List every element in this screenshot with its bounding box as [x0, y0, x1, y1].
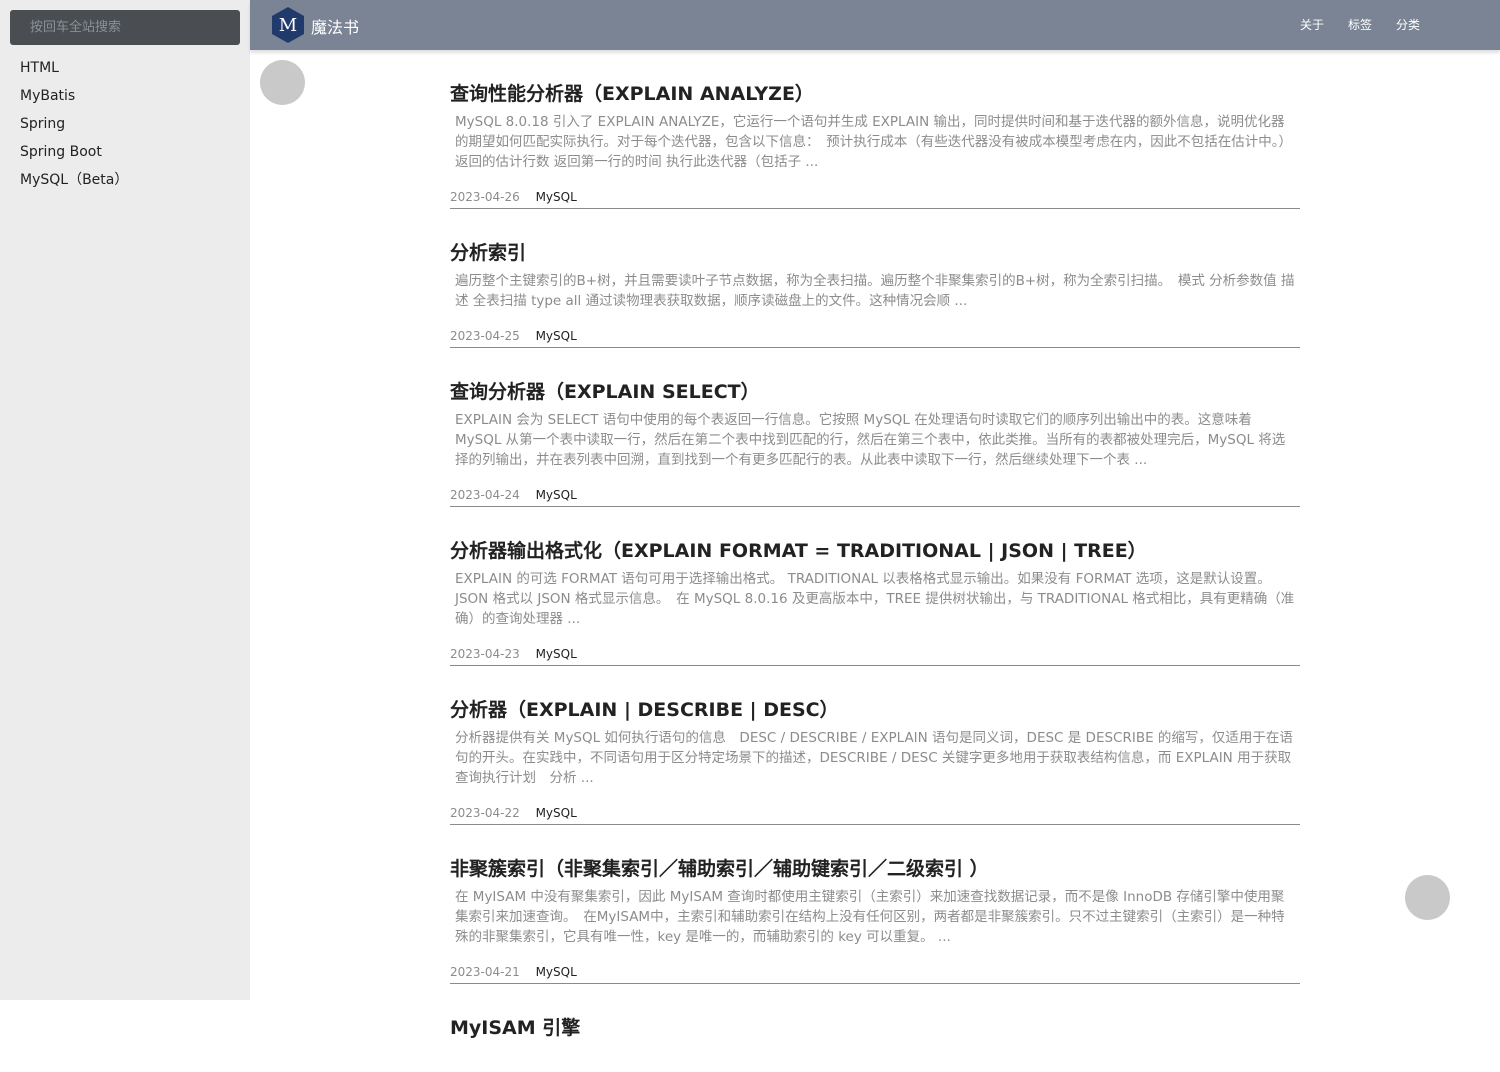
sidebar-item-spring-boot[interactable]: Spring Boot	[20, 140, 128, 168]
post-tag[interactable]: MySQL	[536, 329, 577, 343]
nav-tags[interactable]: 标签	[1348, 16, 1372, 33]
site-logo[interactable]: M	[270, 6, 306, 44]
nav-about[interactable]: 关于	[1300, 16, 1324, 33]
post-title[interactable]: 分析器（EXPLAIN | DESCRIBE | DESC）	[450, 696, 1300, 724]
avatar[interactable]	[260, 60, 305, 105]
post-date: 2023-04-21	[450, 965, 520, 979]
post-title[interactable]: 分析器输出格式化（EXPLAIN FORMAT = TRADITIONAL | …	[450, 537, 1300, 565]
post-tag[interactable]: MySQL	[536, 488, 577, 502]
post-date: 2023-04-26	[450, 190, 520, 204]
post-item: 非聚簇索引（非聚集索引／辅助索引／辅助键索引／二级索引 ） 在 MyISAM 中…	[450, 855, 1300, 984]
post-meta: 2023-04-25 MySQL	[450, 327, 1300, 347]
post-tag[interactable]: MySQL	[536, 965, 577, 979]
sidebar: HTML MyBatis Spring Spring Boot MySQL（Be…	[0, 0, 250, 1000]
post-item: MyISAM 引擎	[450, 1014, 1300, 1042]
post-excerpt: 分析器提供有关 MySQL 如何执行语句的信息 DESC / DESCRIBE …	[455, 730, 1293, 786]
post-title[interactable]: 分析索引	[450, 239, 1300, 267]
site-brand[interactable]: 魔法书	[311, 14, 359, 38]
sidebar-item-html[interactable]: HTML	[20, 56, 128, 84]
post-excerpt: 遍历整个主键索引的B+树，并且需要读叶子节点数据，称为全表扫描。遍历整个非聚集索…	[455, 273, 1295, 309]
top-navbar: M 魔法书 关于 标签 分类	[250, 0, 1500, 50]
sidebar-item-mysql[interactable]: MySQL（Beta）	[20, 168, 128, 196]
back-to-top-button[interactable]	[1405, 875, 1450, 920]
post-date: 2023-04-25	[450, 329, 520, 343]
post-tag[interactable]: MySQL	[536, 806, 577, 820]
post-date: 2023-04-22	[450, 806, 520, 820]
post-date: 2023-04-24	[450, 488, 520, 502]
post-title[interactable]: 查询分析器（EXPLAIN SELECT）	[450, 378, 1300, 406]
post-tag[interactable]: MySQL	[536, 190, 577, 204]
post-item: 分析器输出格式化（EXPLAIN FORMAT = TRADITIONAL | …	[450, 537, 1300, 666]
post-excerpt: EXPLAIN 的可选 FORMAT 语句可用于选择输出格式。 TRADITIO…	[455, 571, 1295, 627]
post-meta: 2023-04-21 MySQL	[450, 963, 1300, 983]
post-title[interactable]: 非聚簇索引（非聚集索引／辅助索引／辅助键索引／二级索引 ）	[450, 855, 1300, 883]
post-title[interactable]: MyISAM 引擎	[450, 1014, 1300, 1042]
nav-categories[interactable]: 分类	[1396, 16, 1420, 33]
post-list: 查询性能分析器（EXPLAIN ANALYZE） MySQL 8.0.18 引入…	[450, 80, 1300, 1072]
post-excerpt: 在 MyISAM 中没有聚集索引，因此 MyISAM 查询时都使用主键索引（主索…	[455, 889, 1285, 945]
post-excerpt: EXPLAIN 会为 SELECT 语句中使用的每个表返回一行信息。它按照 My…	[455, 412, 1286, 468]
post-tag[interactable]: MySQL	[536, 647, 577, 661]
post-item: 分析器（EXPLAIN | DESCRIBE | DESC） 分析器提供有关 M…	[450, 696, 1300, 825]
logo-letter: M	[279, 15, 297, 36]
post-excerpt: MySQL 8.0.18 引入了 EXPLAIN ANALYZE，它运行一个语句…	[455, 114, 1292, 170]
sidebar-nav: HTML MyBatis Spring Spring Boot MySQL（Be…	[20, 56, 128, 196]
post-meta: 2023-04-26 MySQL	[450, 188, 1300, 208]
search-input[interactable]	[10, 10, 240, 45]
sidebar-item-spring[interactable]: Spring	[20, 112, 128, 140]
post-item: 查询性能分析器（EXPLAIN ANALYZE） MySQL 8.0.18 引入…	[450, 80, 1300, 209]
post-meta: 2023-04-23 MySQL	[450, 645, 1300, 665]
post-item: 分析索引 遍历整个主键索引的B+树，并且需要读叶子节点数据，称为全表扫描。遍历整…	[450, 239, 1300, 348]
post-date: 2023-04-23	[450, 647, 520, 661]
post-title[interactable]: 查询性能分析器（EXPLAIN ANALYZE）	[450, 80, 1300, 108]
post-meta: 2023-04-24 MySQL	[450, 486, 1300, 506]
post-item: 查询分析器（EXPLAIN SELECT） EXPLAIN 会为 SELECT …	[450, 378, 1300, 507]
sidebar-item-mybatis[interactable]: MyBatis	[20, 84, 128, 112]
header-nav: 关于 标签 分类	[1300, 16, 1420, 33]
post-meta: 2023-04-22 MySQL	[450, 804, 1300, 824]
